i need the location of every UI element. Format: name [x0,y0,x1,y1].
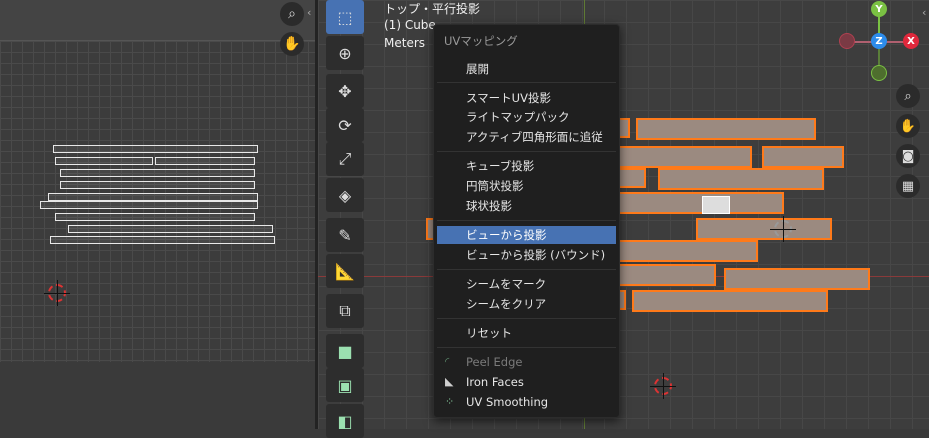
mesh-brick [618,146,752,168]
uv-island [60,181,255,189]
gizmo-z-axis-icon[interactable]: Z [871,33,887,49]
menu-item-follow-active-quads[interactable]: アクティブ四角形面に追従 [437,128,616,146]
mesh-brick [724,268,870,290]
tool-shelf: ⬚ ⊕ ✥ ⟳ ⤢ ◈ ✎ 📐 ⧉ ■ ▣ ◧ [326,0,366,438]
menu-item-label: Peel Edge [466,355,523,369]
gizmo-y-axis-icon[interactable]: Y [871,1,887,17]
mesh-brick [618,264,716,286]
menu-separator [437,347,616,348]
zoom-icon[interactable]: ⌕ [896,84,920,108]
cursor-tool-icon[interactable]: ⊕ [326,36,364,70]
uv-island [155,157,255,165]
uv-grid[interactable] [0,40,315,364]
uv-island [55,213,255,221]
bevel-tool-icon[interactable]: ◧ [326,404,364,438]
scale-tool-icon[interactable]: ⤢ [326,142,364,176]
menu-separator [437,151,616,152]
menu-separator [437,318,616,319]
origin-marker-icon [770,216,796,242]
menu-separator [437,220,616,221]
zoom-icon[interactable]: ⌕ [280,2,304,26]
object-label: (1) Cube [384,18,436,32]
menu-item-label: UV Smoothing [466,395,549,409]
3d-cursor-icon [650,373,676,399]
gizmo-neg-x-axis-icon[interactable] [839,33,855,49]
gizmo-neg-y-axis-icon[interactable] [871,65,887,81]
sidebar-toggle-icon[interactable]: ‹ [922,6,926,19]
2d-cursor-icon [44,280,70,306]
select-box-tool-icon[interactable]: ⬚ [326,0,364,34]
menu-item-mark-seam[interactable]: シームをマーク [437,275,616,293]
uv-editor-lower-area [0,362,315,429]
uv-mapping-menu: UVマッピング 展開 スマートUV投影 ライトマップパック アクティブ四角形面に… [433,24,620,418]
menu-separator [437,82,616,83]
menu-title: UVマッピング [444,34,518,48]
units-label: Meters [384,36,426,50]
inset-tool-icon[interactable]: ▣ [326,368,364,402]
menu-item-clear-seam[interactable]: シームをクリア [437,295,616,313]
menu-item-label: Iron Faces [466,375,524,389]
mesh-brick [632,290,828,312]
mesh-brick [658,168,824,190]
iron-icon: ◣ [445,375,454,388]
move-tool-icon[interactable]: ✥ [326,74,364,108]
measure-tool-icon[interactable]: 📐 [326,254,364,288]
camera-icon[interactable]: ◙ [896,144,920,168]
rotate-tool-icon[interactable]: ⟳ [326,108,364,142]
peel-edge-icon: ◜ [445,355,450,368]
uv-editor-panel[interactable]: ⌕ ✋ ‹ [0,0,315,429]
menu-item-unwrap[interactable]: 展開 [437,60,616,78]
menu-item-project-from-view[interactable]: ビューから投影 [437,226,616,244]
uv-island [55,157,153,165]
mesh-brick [636,118,816,140]
uv-island [48,193,258,201]
collapse-arrow-icon[interactable]: ‹ [307,6,311,19]
gizmo-x-axis-icon[interactable]: X [903,33,919,49]
hand-pan-icon[interactable]: ✋ [896,114,920,138]
uv-island [50,236,275,244]
menu-item-peel-edge[interactable]: ◜ Peel Edge [437,353,616,371]
smoothing-icon: ⁘ [445,395,455,408]
hand-pan-icon[interactable]: ✋ [280,32,304,56]
transform-tool-icon[interactable]: ◈ [326,178,364,212]
mesh-brick [696,218,832,240]
mesh-brick [762,146,844,168]
menu-item-cylinder-projection[interactable]: 円筒状投影 [437,177,616,195]
view-name: トップ・平行投影 [384,2,481,16]
uv-island [60,169,255,177]
selected-face [702,196,730,214]
mesh-brick [618,192,784,214]
uv-island [40,201,258,209]
extrude-tool-icon[interactable]: ■ [326,334,364,368]
menu-item-uv-smoothing[interactable]: ⁘ UV Smoothing [437,393,616,411]
uv-island [68,225,273,233]
menu-item-reset[interactable]: リセット [437,324,616,342]
uv-island [53,145,258,153]
menu-item-smart-uv-project[interactable]: スマートUV投影 [437,89,616,107]
grid-view-icon[interactable]: ▦ [896,174,920,198]
menu-item-iron-faces[interactable]: ◣ Iron Faces [437,373,616,391]
mesh-brick [618,240,758,262]
menu-item-sphere-projection[interactable]: 球状投影 [437,197,616,215]
menu-separator [437,269,616,270]
menu-item-project-from-view-bounds[interactable]: ビューから投影 (バウンド) [437,246,616,264]
annotate-tool-icon[interactable]: ✎ [326,218,364,252]
3d-viewport[interactable]: Y Z X ‹ [318,0,929,429]
mesh-brick [618,168,646,188]
menu-item-lightmap-pack[interactable]: ライトマップパック [437,108,616,126]
menu-item-cube-projection[interactable]: キューブ投影 [437,157,616,175]
add-cube-tool-icon[interactable]: ⧉ [326,294,364,328]
